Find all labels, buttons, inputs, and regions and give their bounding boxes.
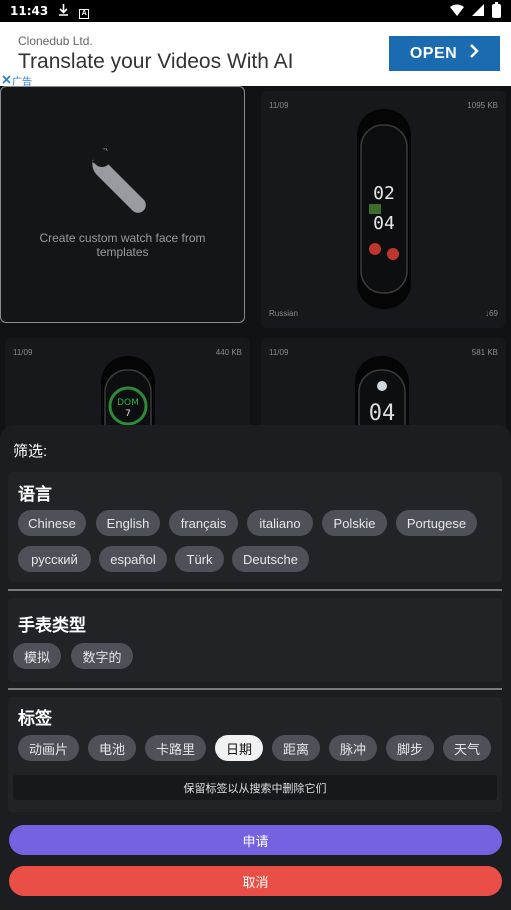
chip-language-english[interactable]: English	[96, 510, 160, 536]
chip-tag-calories[interactable]: 卡路里	[145, 735, 206, 761]
chip-tag-pulse[interactable]: 脉冲	[329, 735, 377, 761]
status-time: 11:43	[10, 4, 49, 18]
ad-banner[interactable]: Clonedub Ltd. Translate your Videos With…	[0, 22, 511, 88]
ad-open-button[interactable]: OPEN	[389, 36, 500, 71]
filter-sheet: 筛选: 语言 Chinese English français italiano…	[0, 425, 511, 910]
chip-language-german[interactable]: Deutsche	[232, 546, 309, 572]
card-downloads: ↓69	[485, 309, 498, 318]
download-icon	[58, 3, 69, 19]
section-divider	[8, 589, 502, 591]
status-bar: 11:43 A	[0, 0, 511, 22]
language-section: 语言 Chinese English français italiano Pol…	[8, 472, 502, 582]
section-divider	[8, 688, 502, 690]
card-size: 440 KB	[215, 348, 242, 357]
watch-day-text: DOM	[117, 398, 139, 408]
chip-tag-weather[interactable]: 天气	[443, 735, 491, 761]
watch-type-section-title: 手表类型	[18, 616, 86, 635]
watch-time-text: 04	[369, 401, 396, 426]
create-watchface-card[interactable]: Create custom watch face from templates	[0, 86, 245, 323]
create-watchface-text: Create custom watch face from templates	[39, 231, 206, 259]
chevron-right-icon	[469, 44, 479, 63]
chip-tag-distance[interactable]: 距离	[272, 735, 320, 761]
cancel-button[interactable]: 取消	[9, 866, 502, 896]
chip-tag-battery[interactable]: 电池	[88, 735, 136, 761]
chip-language-italian[interactable]: italiano	[247, 510, 313, 536]
svg-text:04: 04	[373, 213, 395, 234]
a-box-icon: A	[79, 4, 90, 19]
card-size: 1095 KB	[467, 101, 498, 110]
chip-type-analog[interactable]: 模拟	[13, 643, 61, 669]
signal-icon	[472, 3, 484, 19]
wrench-icon	[89, 145, 146, 213]
card-date: 11/09	[13, 348, 33, 357]
chip-tag-steps[interactable]: 脚步	[386, 735, 434, 761]
chip-tag-animation[interactable]: 动画片	[18, 735, 79, 761]
chip-tag-date[interactable]: 日期	[215, 735, 263, 761]
chip-type-digital[interactable]: 数字的	[71, 643, 133, 669]
watch-day-number: 7	[125, 409, 131, 419]
ad-open-label: OPEN	[409, 44, 458, 62]
card-date: 11/09	[269, 348, 289, 357]
language-section-title: 语言	[18, 485, 52, 504]
tags-section-title: 标签	[18, 709, 52, 728]
filter-title: 筛选:	[13, 443, 48, 460]
watchface-card[interactable]: 11/09 1095 KB 02 04 Russian ↓69	[261, 91, 506, 328]
close-icon[interactable]	[2, 74, 11, 87]
download-count: 69	[489, 309, 498, 318]
ad-headline[interactable]: Translate your Videos With AI	[18, 50, 293, 74]
chip-language-polish[interactable]: Polskie	[322, 510, 387, 536]
card-date: 11/09	[269, 101, 289, 110]
watch-type-section: 手表类型 模拟 数字的	[8, 598, 502, 682]
chip-language-russian[interactable]: русский	[18, 546, 91, 572]
chip-language-turkish[interactable]: Türk	[175, 546, 224, 572]
chip-language-spanish[interactable]: español	[99, 546, 167, 572]
card-language: Russian	[269, 309, 298, 318]
chip-language-chinese[interactable]: Chinese	[18, 510, 86, 536]
wifi-icon	[450, 4, 464, 19]
apply-button[interactable]: 申请	[9, 825, 502, 855]
card-size: 581 KB	[471, 348, 498, 357]
ad-company: Clonedub Ltd.	[18, 34, 93, 48]
chip-language-portuguese[interactable]: Portugese	[396, 510, 477, 536]
battery-icon	[492, 2, 501, 18]
chip-language-french[interactable]: français	[169, 510, 238, 536]
tags-hint: 保留标签以从搜索中删除它们	[13, 775, 497, 800]
svg-text:02: 02	[373, 183, 395, 204]
watch-preview-image: 02 04	[357, 109, 411, 309]
